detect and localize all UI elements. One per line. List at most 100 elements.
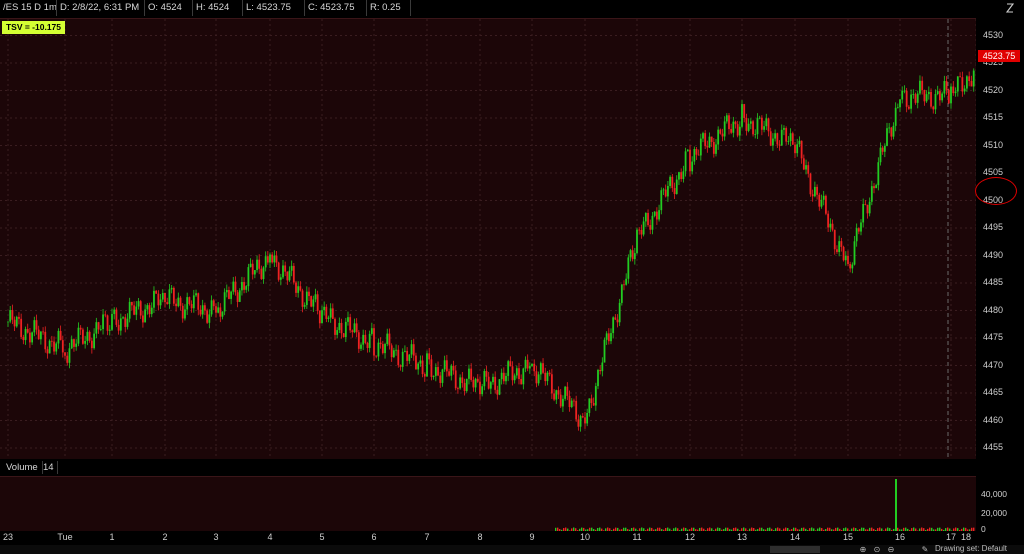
candle — [765, 113, 768, 130]
candle — [232, 276, 235, 295]
candle — [691, 156, 694, 175]
candle — [875, 183, 878, 189]
candle — [836, 245, 838, 254]
candle — [972, 68, 975, 92]
candle — [702, 131, 704, 143]
candle — [664, 184, 667, 198]
date-readout: D: 2/8/22, 6:31 PM — [57, 0, 145, 16]
candle — [732, 116, 735, 138]
candle — [829, 218, 832, 232]
time-axis[interactable]: 23 Tue 1 2 3 4 5 6 7 8 9 10 11 12 13 14 15 16 17 18 — [0, 531, 976, 545]
candle — [721, 128, 724, 142]
candle — [496, 385, 499, 400]
candle — [923, 89, 926, 106]
candle — [364, 330, 367, 345]
price-axis[interactable]: 4530 4525 4520 4515 4510 4505 4500 4495 4490 4485… — [977, 18, 1024, 458]
candle — [526, 354, 529, 372]
drawing-set-label[interactable]: Drawing set: Default — [935, 544, 1007, 553]
candle — [612, 316, 615, 339]
candle — [682, 165, 685, 183]
zoom-out-icon[interactable]: ⊖ — [886, 545, 896, 554]
time-label: 2 — [162, 532, 168, 542]
candle — [360, 342, 362, 352]
candle — [959, 72, 961, 78]
candle — [314, 288, 317, 303]
price-tick: 4480 — [983, 304, 1004, 315]
candle — [251, 259, 254, 280]
candle — [494, 371, 497, 394]
candle — [33, 316, 36, 337]
candle — [197, 292, 200, 316]
candle — [954, 87, 957, 97]
candle — [168, 283, 171, 309]
candle — [772, 133, 774, 151]
low-readout: L: 4523.75 — [243, 0, 305, 16]
candle — [303, 302, 306, 310]
candle — [927, 86, 930, 100]
candle — [428, 347, 431, 365]
candle — [489, 381, 492, 395]
price-chart[interactable] — [0, 18, 976, 459]
candle — [873, 183, 875, 194]
candle — [860, 219, 862, 236]
candle — [625, 273, 628, 286]
candle — [410, 339, 413, 359]
candle — [862, 198, 865, 228]
candle — [122, 316, 124, 320]
candle — [95, 317, 98, 339]
candle — [399, 364, 402, 371]
candle — [175, 298, 177, 312]
candle — [747, 118, 750, 133]
candle — [579, 414, 582, 432]
price-tick: 4530 — [983, 29, 1004, 40]
zoom-in-icon[interactable]: ⊕ — [858, 545, 868, 554]
candle — [763, 120, 765, 133]
volume-chart[interactable] — [0, 476, 976, 532]
candle — [279, 273, 282, 286]
candle — [492, 373, 494, 385]
candle — [22, 334, 25, 345]
price-tick: 4515 — [983, 112, 1004, 122]
candle — [479, 376, 481, 400]
candle — [275, 250, 278, 267]
candle — [905, 87, 908, 113]
pencil-icon[interactable]: ✎ — [920, 545, 930, 554]
candle — [142, 310, 144, 328]
candle — [481, 383, 484, 397]
candle — [29, 327, 31, 348]
candle — [15, 315, 18, 328]
candle — [366, 341, 369, 353]
candle — [397, 345, 400, 368]
candle — [597, 368, 599, 390]
candle — [741, 100, 743, 129]
candle — [347, 311, 349, 326]
zoom-reset-icon[interactable]: ⊙ — [872, 545, 882, 554]
candle — [111, 308, 113, 332]
candle — [603, 337, 606, 363]
candle — [146, 303, 149, 315]
candle — [941, 91, 944, 103]
candle — [780, 124, 783, 146]
scrollbar-thumb[interactable] — [770, 546, 820, 553]
candle — [725, 113, 728, 124]
candle — [316, 290, 319, 315]
candle — [505, 372, 507, 385]
symbol-label[interactable]: /ES 15 D 1m — [0, 0, 57, 16]
candle — [395, 344, 397, 356]
candle — [256, 255, 258, 273]
candle — [912, 89, 915, 99]
candle — [390, 343, 393, 362]
candle — [184, 304, 186, 321]
candle — [188, 296, 191, 306]
candle — [966, 75, 968, 92]
candle — [445, 354, 448, 377]
last-price-label: 4523.75 — [978, 50, 1020, 62]
candle — [807, 161, 810, 178]
candle — [594, 382, 597, 411]
candle — [485, 365, 488, 382]
candle — [273, 250, 276, 268]
candle — [555, 389, 558, 405]
candle — [223, 288, 226, 316]
candle — [947, 88, 950, 105]
candle — [559, 389, 562, 409]
